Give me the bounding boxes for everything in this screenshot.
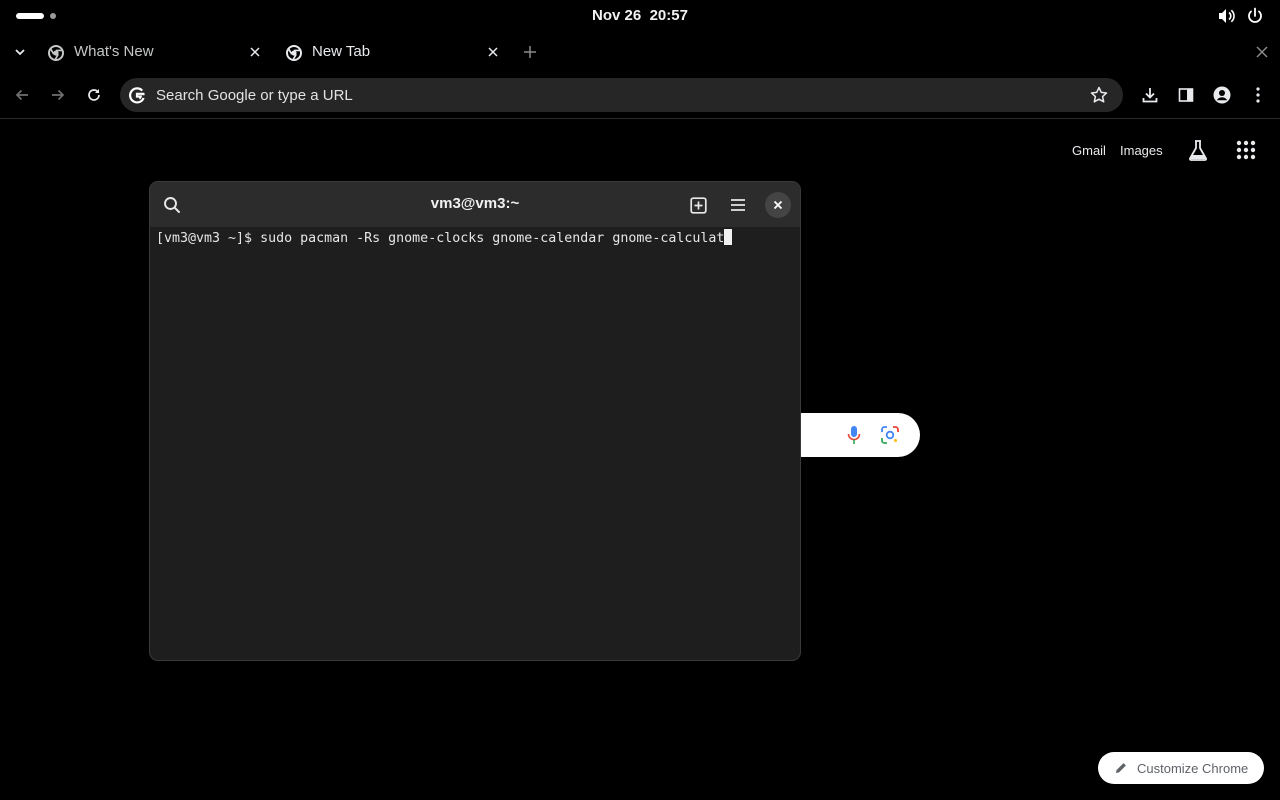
terminal-command-input[interactable]: sudo pacman -Rs gnome-clocks gnome-calen…	[260, 231, 724, 246]
terminal-close-button[interactable]	[765, 192, 791, 218]
new-tab-button[interactable]	[518, 40, 542, 64]
omnibox[interactable]	[120, 78, 1123, 112]
kebab-menu-icon	[1256, 87, 1260, 103]
plus-icon	[524, 46, 536, 58]
profile-icon	[1213, 86, 1231, 104]
browser-toolbar	[0, 72, 1280, 119]
ntp-search-box[interactable]	[780, 413, 920, 457]
side-panel-button[interactable]	[1174, 83, 1198, 107]
reload-button[interactable]	[82, 83, 106, 107]
window-close-button[interactable]	[1250, 40, 1274, 64]
close-icon	[250, 47, 260, 57]
workspace-indicator-dot[interactable]	[50, 13, 56, 19]
arrow-left-icon	[15, 89, 28, 101]
voice-search-icon[interactable]	[846, 425, 862, 445]
power-icon[interactable]	[1245, 6, 1265, 26]
hamburger-menu-icon	[731, 199, 745, 211]
new-tab-icon	[689, 196, 707, 214]
tab-close-button[interactable]	[246, 43, 264, 61]
terminal-header-bar[interactable]: vm3@vm3:~	[150, 182, 800, 227]
volume-icon[interactable]	[1216, 6, 1236, 26]
menu-button[interactable]	[1246, 83, 1270, 107]
download-icon	[1142, 88, 1158, 103]
customize-chrome-button[interactable]: Customize Chrome	[1098, 752, 1264, 784]
terminal-prompt: [vm3@vm3 ~]$	[156, 231, 261, 246]
tab-search-button[interactable]	[8, 40, 32, 64]
tab-title: What's New	[74, 43, 154, 60]
clock[interactable]: Nov 26 20:57	[540, 7, 740, 24]
terminal-content[interactable]: [vm3@vm3 ~]$ sudo pacman -Rs gnome-clock…	[156, 229, 796, 248]
terminal-menu-button[interactable]	[725, 192, 751, 218]
chrome-icon	[48, 45, 64, 61]
bookmark-star-icon[interactable]	[1089, 85, 1109, 105]
terminal-new-tab-button[interactable]	[685, 192, 711, 218]
google-lens-icon[interactable]	[880, 425, 900, 445]
close-icon	[773, 200, 783, 210]
pencil-icon	[1116, 763, 1126, 773]
side-panel-icon	[1178, 88, 1194, 102]
chevron-down-icon	[15, 49, 25, 56]
tab-close-button[interactable]	[484, 43, 502, 61]
google-g-icon	[129, 87, 145, 104]
reload-icon	[88, 89, 100, 101]
apps-grid-icon[interactable]	[1233, 137, 1259, 163]
close-icon	[1256, 46, 1268, 58]
gmail-link[interactable]: Gmail	[1072, 143, 1106, 158]
chrome-icon	[286, 45, 302, 61]
tab-new-tab[interactable]: New Tab	[278, 36, 510, 68]
images-link[interactable]: Images	[1120, 143, 1163, 158]
system-top-bar: Nov 26 20:57	[0, 0, 1280, 32]
back-button[interactable]	[10, 83, 34, 107]
downloads-button[interactable]	[1138, 83, 1162, 107]
workspace-indicator-active[interactable]	[16, 13, 44, 19]
close-icon	[488, 47, 498, 57]
labs-flask-icon[interactable]	[1185, 137, 1211, 163]
tab-whats-new[interactable]: What's New	[40, 36, 272, 68]
terminal-cursor	[724, 229, 733, 245]
omnibox-input[interactable]	[156, 85, 1056, 105]
terminal-window[interactable]: vm3@vm3:~ [vm3@vm3 ~]$ sudo pacman -Rs g…	[149, 181, 801, 661]
profile-button[interactable]	[1210, 83, 1234, 107]
terminal-command-line: [vm3@vm3 ~]$ sudo pacman -Rs gnome-clock…	[156, 229, 796, 248]
tab-strip: What's New New Tab	[0, 32, 1280, 72]
desktop: Nov 26 20:57 What's New New Tab Search G…	[0, 0, 1280, 800]
arrow-right-icon	[52, 89, 65, 101]
customize-chrome-label: Customize Chrome	[1137, 760, 1249, 776]
tab-title: New Tab	[312, 43, 371, 60]
forward-button[interactable]	[46, 83, 70, 107]
